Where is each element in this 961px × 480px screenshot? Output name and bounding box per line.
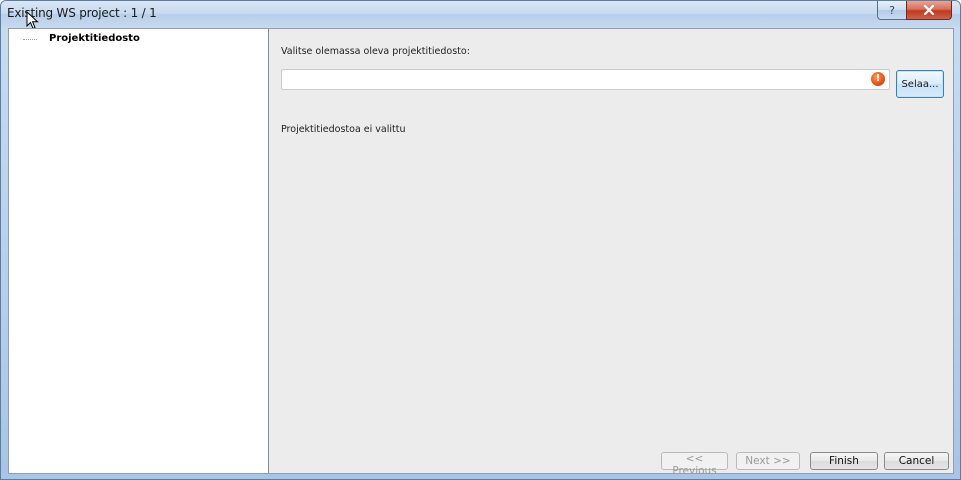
title-buttons: ? [877,1,952,21]
finish-button[interactable]: Finish [810,452,878,470]
title-bar[interactable]: Existing WS project : 1 / 1 ? [1,1,960,30]
step-tree: Projektitiedosto [9,29,269,473]
question-mark-icon: ? [889,4,895,16]
error-icon: ! [871,72,885,86]
previous-button[interactable]: << Previous [661,452,728,477]
project-file-input[interactable] [281,69,890,90]
wizard-window: Existing WS project : 1 / 1 ? Projektiti… [0,0,961,480]
tree-connector-line [23,39,37,40]
next-button[interactable]: Next >> [736,452,800,470]
wizard-client-area: Projektitiedosto Valitse olemassa oleva … [8,28,954,477]
close-button[interactable] [906,1,952,20]
help-button[interactable]: ? [877,1,906,20]
svg-text:?: ? [889,4,895,16]
browse-button[interactable]: Selaa... [896,70,944,98]
tree-item-projektitiedosto[interactable]: Projektitiedosto [23,33,140,44]
close-icon [923,5,935,15]
selection-status-text: Projektitiedostoa ei valittu [281,124,406,135]
tree-item-label: Projektitiedosto [49,33,140,44]
step-content: Valitse olemassa oleva projektitiedosto:… [270,29,953,477]
file-prompt-label: Valitse olemassa oleva projektitiedosto: [281,46,470,57]
cancel-button[interactable]: Cancel [884,452,949,470]
